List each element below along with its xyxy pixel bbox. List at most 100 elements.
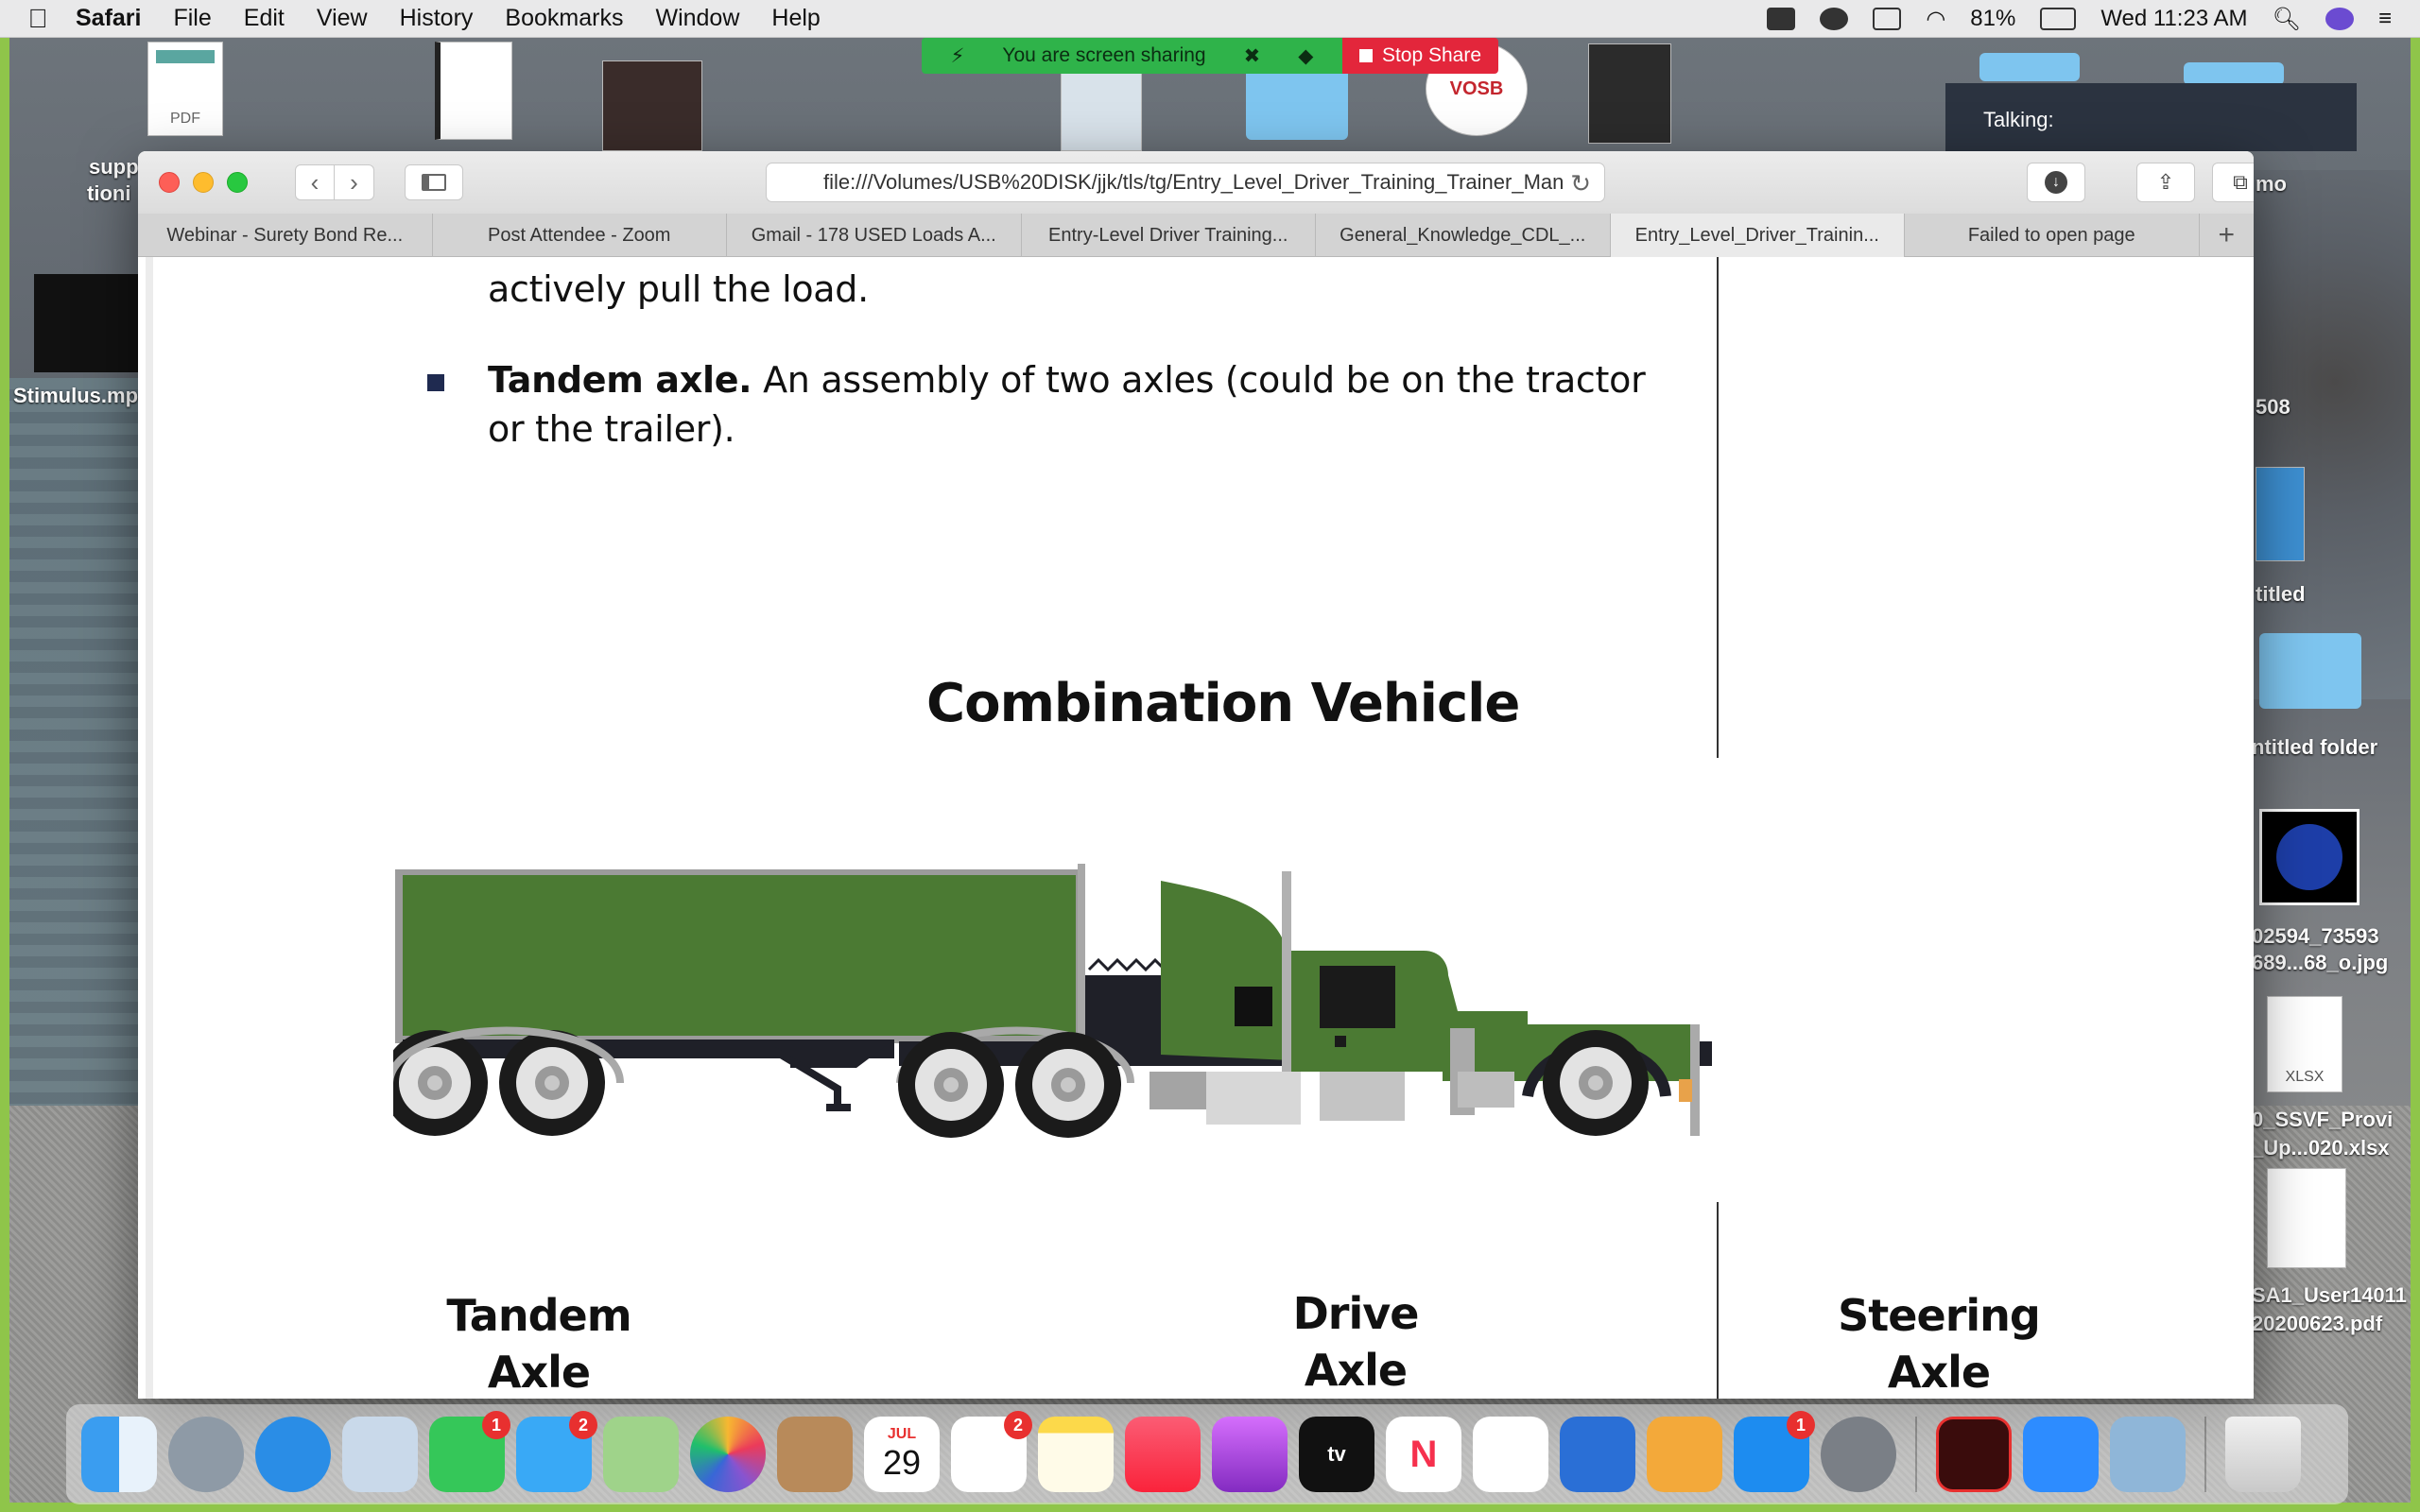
tab-bar: Webinar - Surety Bond Re... Post Attende…: [138, 214, 2254, 257]
tab-entry-level-active[interactable]: Entry_Level_Driver_Trainin...: [1610, 214, 1905, 257]
mic-muted-icon[interactable]: ✖: [1244, 44, 1261, 68]
share-status-text: You are screen sharing: [1002, 44, 1206, 66]
xlsx-label: XLSX: [2285, 1069, 2325, 1085]
desktop-untitled-folder-icon[interactable]: [2259, 633, 2361, 709]
system-preferences-icon[interactable]: [1821, 1417, 1896, 1492]
bullet-term: Tandem axle.: [488, 359, 752, 401]
menu-edit[interactable]: Edit: [244, 5, 285, 32]
reload-icon[interactable]: ↻: [1570, 169, 1591, 198]
podcasts-icon[interactable]: [1212, 1417, 1288, 1492]
desktop-logo-image-icon[interactable]: [2259, 809, 2360, 905]
share-button[interactable]: ⇪: [2136, 163, 2195, 202]
zoom-window-button[interactable]: [227, 172, 248, 193]
menu-window[interactable]: Window: [655, 5, 739, 32]
app-store-badge: 1: [1787, 1411, 1815, 1439]
step-box: [1320, 1072, 1405, 1121]
menu-bookmarks[interactable]: Bookmarks: [505, 5, 623, 32]
shield-icon[interactable]: ◆: [1298, 44, 1313, 68]
desktop-label-508: 508: [2256, 395, 2290, 419]
messages-icon[interactable]: 2: [516, 1411, 597, 1492]
desktop-label-untitled-folder: ntitled folder: [2252, 735, 2378, 759]
desktop-document-thumb-icon[interactable]: [435, 42, 512, 140]
downloads-button[interactable]: ↓: [2027, 163, 2085, 202]
tab-post-attendee[interactable]: Post Attendee - Zoom: [433, 214, 727, 257]
combination-vehicle-illustration: [393, 864, 1712, 1138]
apple-tv-icon[interactable]: tv: [1299, 1417, 1374, 1492]
desktop-folder-icon-3[interactable]: [2184, 62, 2284, 85]
zoom-status-icon[interactable]: [1767, 8, 1796, 30]
desktop-folder-icon-2[interactable]: [1979, 53, 2080, 81]
menu-app-name[interactable]: Safari: [76, 5, 141, 32]
finder-icon[interactable]: [81, 1417, 157, 1492]
vosb-text: VOSB: [1449, 77, 1504, 99]
reminders-icon[interactable]: 2: [951, 1411, 1032, 1492]
stop-share-button[interactable]: Stop Share: [1342, 38, 1498, 74]
app-store-icon[interactable]: 1: [1734, 1411, 1815, 1492]
tab-overview-button[interactable]: ⧉: [2212, 163, 2254, 202]
keyboard-icon[interactable]: [1873, 8, 1902, 30]
tab-entry-level-driver[interactable]: Entry-Level Driver Training...: [1022, 214, 1316, 257]
facetime-badge: 1: [482, 1411, 510, 1439]
desktop-photo-thumb-icon[interactable]: [602, 60, 702, 151]
address-bar[interactable]: file:///Volumes/USB%20DISK/jjk/tls/tg/En…: [766, 163, 1605, 202]
launchpad-icon[interactable]: [168, 1417, 244, 1492]
news-icon[interactable]: N: [1386, 1417, 1461, 1492]
forward-button[interactable]: ›: [335, 164, 374, 200]
menu-clock[interactable]: Wed 11:23 AM: [2100, 6, 2247, 32]
tab-gmail[interactable]: Gmail - 178 USED Loads A...: [727, 214, 1022, 257]
pdf-document-view[interactable]: actively pull the load. Tandem axle. An …: [138, 257, 2254, 1399]
safari-icon[interactable]: [255, 1417, 331, 1492]
label-drive-line1: Drive: [1292, 1288, 1420, 1339]
label-steering-line2: Axle: [1887, 1347, 1991, 1398]
acrobat-reader-icon[interactable]: [1936, 1417, 2012, 1492]
music-icon[interactable]: [1125, 1417, 1201, 1492]
back-button[interactable]: ‹: [295, 164, 335, 200]
preview-icon[interactable]: [2110, 1417, 2186, 1492]
screen-share-bar: ⚡︎ You are screen sharing ✖ ◆ Stop Share: [922, 38, 1498, 74]
desktop-label-stimulus: Stimulus.mp: [13, 384, 139, 407]
messages-badge: 2: [569, 1411, 597, 1439]
notification-center-icon[interactable]: ≡: [2378, 6, 2392, 32]
tab-failed-to-open[interactable]: Failed to open page: [1905, 214, 2200, 257]
notes-icon[interactable]: [1038, 1417, 1114, 1492]
bullet-text-1: An assembly of two axles (could be on th…: [752, 359, 1646, 401]
zoom-icon[interactable]: [2023, 1417, 2099, 1492]
pages-icon[interactable]: [1647, 1417, 1722, 1492]
keynote-icon[interactable]: [1560, 1417, 1635, 1492]
facetime-icon[interactable]: 1: [429, 1411, 510, 1492]
desktop-xlsx-file-icon[interactable]: XLSX: [2267, 996, 2342, 1092]
menu-file[interactable]: File: [173, 5, 211, 32]
photos-icon[interactable]: [690, 1417, 766, 1492]
tab-general-knowledge[interactable]: General_Knowledge_CDL_...: [1316, 214, 1611, 257]
air-hose-coil: [1087, 957, 1167, 972]
battery-icon[interactable]: [2040, 8, 2077, 30]
desktop-truck-thumb-icon[interactable]: [1061, 70, 1142, 151]
desktop-folder-icon[interactable]: [1246, 62, 1348, 140]
spotlight-search-icon[interactable]: 🔍︎: [2273, 6, 2301, 33]
apple-menu-icon[interactable]: : [0, 4, 76, 34]
calendar-month: JUL: [887, 1426, 917, 1442]
tab-webinar[interactable]: Webinar - Surety Bond Re...: [138, 214, 433, 257]
menu-help[interactable]: Help: [771, 5, 820, 32]
new-tab-button[interactable]: +: [2200, 214, 2255, 257]
contacts-icon[interactable]: [777, 1417, 853, 1492]
label-tandem-line1: Tandem: [446, 1290, 631, 1341]
trash-icon[interactable]: [2225, 1417, 2301, 1492]
creative-cloud-icon[interactable]: [1820, 8, 1849, 30]
menu-history[interactable]: History: [400, 5, 474, 32]
sidebar-toggle-button[interactable]: [405, 164, 463, 200]
minimize-window-button[interactable]: [193, 172, 214, 193]
numbers-icon[interactable]: [1473, 1417, 1548, 1492]
desktop-pdf-doc-icon[interactable]: [2267, 1168, 2346, 1268]
menu-view[interactable]: View: [317, 5, 368, 32]
mail-icon[interactable]: [342, 1417, 418, 1492]
maps-icon[interactable]: [603, 1417, 679, 1492]
desktop-pdf-file-icon[interactable]: PDF: [147, 42, 223, 136]
desktop-video-icon[interactable]: [34, 274, 138, 372]
calendar-icon[interactable]: JUL 29: [864, 1417, 940, 1492]
close-window-button[interactable]: [159, 172, 180, 193]
siri-icon[interactable]: [2325, 8, 2354, 30]
desktop-brochure-thumb-icon[interactable]: [2256, 467, 2305, 561]
wifi-icon[interactable]: ◠: [1926, 6, 1945, 33]
desktop-magazine-thumb-icon[interactable]: [1588, 43, 1671, 144]
